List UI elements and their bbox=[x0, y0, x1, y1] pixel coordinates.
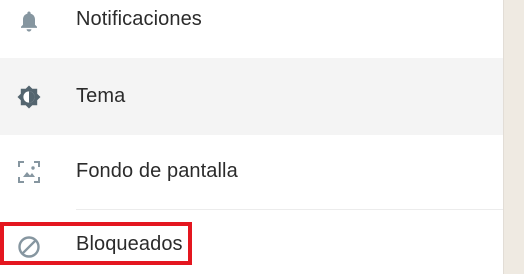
wallpaper-icon bbox=[16, 159, 42, 185]
brightness-icon bbox=[16, 84, 42, 110]
menu-item-blocked[interactable]: Bloqueados bbox=[0, 210, 503, 274]
block-icon bbox=[16, 234, 42, 260]
blocked-label: Bloqueados bbox=[76, 233, 183, 255]
menu-item-theme[interactable]: Tema bbox=[0, 58, 503, 135]
chat-background-panel bbox=[503, 0, 524, 274]
menu-item-wallpaper[interactable]: Fondo de pantalla bbox=[0, 135, 503, 209]
wallpaper-label: Fondo de pantalla bbox=[76, 160, 238, 182]
theme-label: Tema bbox=[76, 85, 126, 107]
notifications-label: Notificaciones bbox=[76, 8, 202, 30]
settings-menu: Notificaciones Tema Fondo de pantalla Bl… bbox=[0, 0, 503, 274]
menu-item-notifications[interactable]: Notificaciones bbox=[0, 0, 503, 42]
bell-icon bbox=[16, 8, 42, 34]
